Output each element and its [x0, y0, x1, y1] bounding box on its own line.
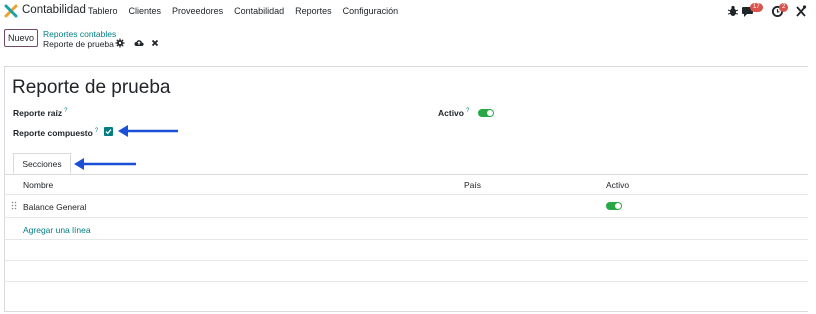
- composite-report-label: Reporte compuesto?: [13, 128, 99, 138]
- menu-item-configuracion[interactable]: Configuración: [343, 6, 399, 16]
- discard-icon[interactable]: [150, 38, 160, 48]
- menu-item-reportes[interactable]: Reportes: [295, 6, 332, 16]
- active-label: Activo?: [438, 108, 470, 118]
- drag-handle-icon[interactable]: [11, 201, 17, 210]
- annotation-arrow-icon: [74, 158, 136, 170]
- main-menu: Tablero Clientes Proveedores Contabilida…: [88, 6, 409, 16]
- table-divider: [4, 217, 808, 218]
- composite-report-checkbox[interactable]: [104, 127, 113, 136]
- breadcrumb-current: Reporte de prueba: [43, 39, 114, 49]
- annotation-arrow-icon: [118, 125, 178, 137]
- checkmark-icon: [105, 129, 112, 135]
- new-button[interactable]: Nuevo: [4, 29, 38, 47]
- report-title-field[interactable]: Reporte de prueba: [12, 77, 170, 99]
- table-row-nombre[interactable]: Balance General: [23, 202, 86, 212]
- column-header-activo[interactable]: Activo: [606, 180, 629, 190]
- gear-icon[interactable]: [115, 38, 125, 48]
- table-divider: [4, 281, 808, 282]
- bug-icon[interactable]: [727, 4, 739, 18]
- table-divider: [4, 260, 808, 261]
- menu-item-proveedores[interactable]: Proveedores: [172, 6, 223, 16]
- table-divider: [4, 194, 808, 195]
- root-report-label: Reporte raíz?: [13, 108, 68, 118]
- breadcrumb-parent[interactable]: Reportes contables: [43, 29, 116, 39]
- help-tooltip-icon[interactable]: ?: [95, 128, 98, 134]
- menu-item-clientes[interactable]: Clientes: [129, 6, 162, 16]
- tab-divider: [4, 174, 808, 175]
- help-tooltip-icon[interactable]: ?: [64, 108, 67, 114]
- menu-item-contabilidad[interactable]: Contabilidad: [234, 6, 284, 16]
- table-divider: [4, 239, 808, 240]
- top-navbar: Contabilidad Tablero Clientes Proveedore…: [0, 0, 816, 22]
- table-row-active-toggle[interactable]: [606, 202, 622, 210]
- app-name[interactable]: Contabilidad: [22, 4, 86, 16]
- form-sheet: [4, 66, 808, 312]
- messages-badge: 17: [750, 3, 763, 12]
- help-tooltip-icon[interactable]: ?: [466, 108, 469, 114]
- add-line-link[interactable]: Agregar una línea: [23, 225, 91, 235]
- column-header-pais[interactable]: País: [464, 180, 481, 190]
- activities-badge: 2: [779, 3, 789, 12]
- cloud-upload-icon[interactable]: [134, 38, 144, 48]
- accounting-app-icon[interactable]: [4, 4, 18, 18]
- column-header-nombre[interactable]: Nombre: [23, 180, 53, 190]
- active-toggle[interactable]: [478, 109, 494, 117]
- tab-secciones[interactable]: Secciones: [13, 153, 71, 174]
- menu-item-tablero[interactable]: Tablero: [88, 6, 118, 16]
- tools-icon[interactable]: [795, 4, 807, 18]
